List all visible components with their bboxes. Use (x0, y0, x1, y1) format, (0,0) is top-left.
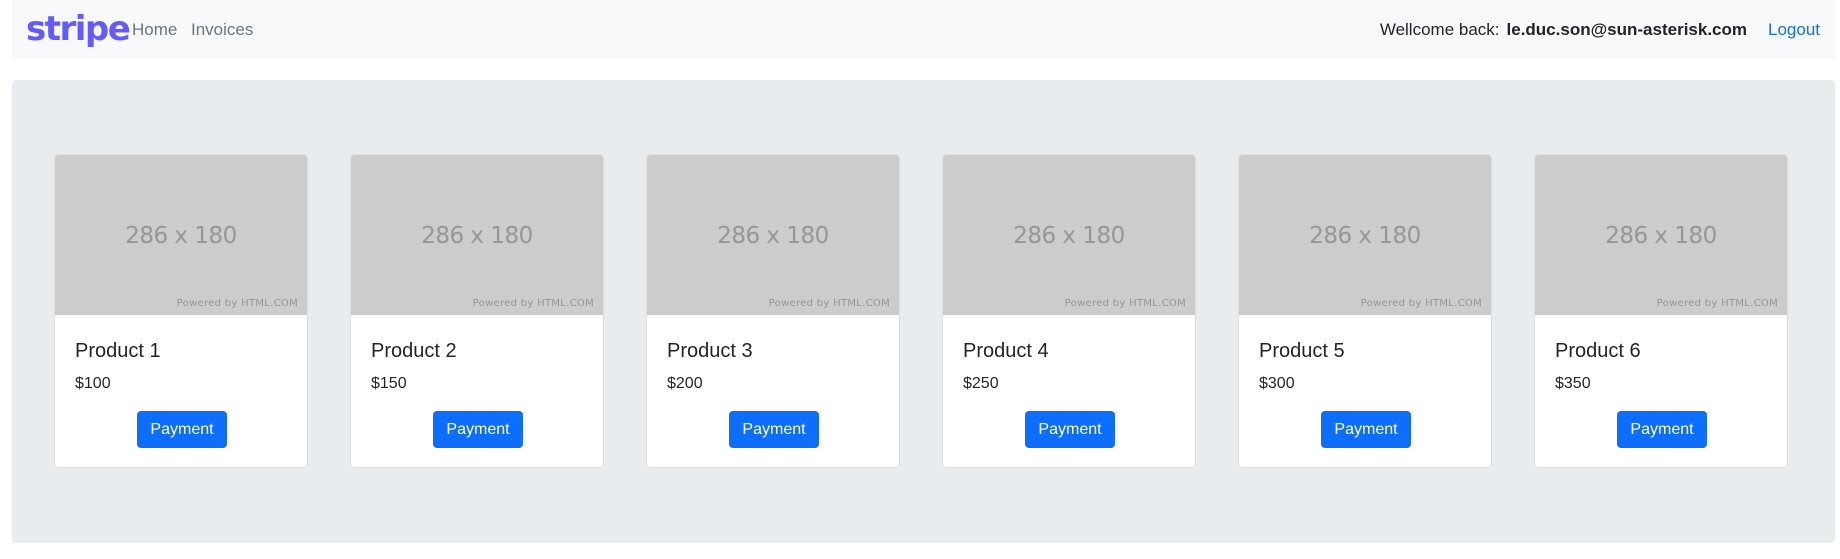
product-cards: 286 x 180 Powered by HTML.COM Product 1 … (54, 154, 1788, 468)
image-credit-text: Powered by HTML.COM (472, 298, 594, 309)
payment-button[interactable]: Payment (1025, 411, 1115, 448)
image-dimensions-text: 286 x 180 (421, 223, 533, 249)
product-list-container: 286 x 180 Powered by HTML.COM Product 1 … (12, 80, 1835, 543)
product-price: $350 (1555, 375, 1591, 392)
product-image-placeholder: 286 x 180 Powered by HTML.COM (647, 155, 899, 315)
payment-button[interactable]: Payment (433, 411, 523, 448)
image-dimensions-text: 286 x 180 (1605, 223, 1717, 249)
image-credit-text: Powered by HTML.COM (1656, 298, 1778, 309)
user-email: le.duc.son@sun-asterisk.com (1506, 20, 1747, 39)
product-name: Product 6 (1555, 340, 1641, 362)
welcome-message: Wellcome back: le.duc.son@sun-asterisk.co… (1380, 20, 1747, 40)
product-card: 286 x 180 Powered by HTML.COM Product 1 … (54, 154, 308, 468)
image-credit-text: Powered by HTML.COM (176, 298, 298, 309)
product-name: Product 5 (1259, 340, 1345, 362)
product-image-placeholder: 286 x 180 Powered by HTML.COM (1239, 155, 1491, 315)
payment-button[interactable]: Payment (1321, 411, 1411, 448)
product-name: Product 2 (371, 340, 457, 362)
product-card: 286 x 180 Powered by HTML.COM Product 3 … (646, 154, 900, 468)
product-card: 286 x 180 Powered by HTML.COM Product 6 … (1534, 154, 1788, 468)
welcome-label: Wellcome back: (1379, 20, 1500, 39)
stripe-logo[interactable]: stripe (26, 9, 131, 49)
product-image-placeholder: 286 x 180 Powered by HTML.COM (351, 155, 603, 315)
product-card: 286 x 180 Powered by HTML.COM Product 2 … (350, 154, 604, 468)
top-navbar: stripe Home Invoices Wellcome back: le.du… (12, 0, 1835, 59)
image-credit-text: Powered by HTML.COM (768, 298, 890, 309)
product-price: $150 (371, 375, 407, 392)
product-name: Product 3 (667, 340, 753, 362)
image-dimensions-text: 286 x 180 (125, 223, 237, 249)
product-image-placeholder: 286 x 180 Powered by HTML.COM (943, 155, 1195, 315)
payment-button[interactable]: Payment (137, 411, 227, 448)
product-price: $250 (963, 375, 999, 392)
payment-button[interactable]: Payment (729, 411, 819, 448)
nav-link-invoices[interactable]: Invoices (191, 20, 253, 40)
product-image-placeholder: 286 x 180 Powered by HTML.COM (55, 155, 307, 315)
logout-link[interactable]: Logout (1768, 20, 1820, 40)
product-price: $100 (75, 375, 111, 392)
image-credit-text: Powered by HTML.COM (1360, 298, 1482, 309)
nav-link-home[interactable]: Home (132, 20, 177, 40)
product-card: 286 x 180 Powered by HTML.COM Product 4 … (942, 154, 1196, 468)
image-dimensions-text: 286 x 180 (1013, 223, 1125, 249)
image-dimensions-text: 286 x 180 (1309, 223, 1421, 249)
product-price: $200 (667, 375, 703, 392)
image-dimensions-text: 286 x 180 (717, 223, 829, 249)
product-name: Product 1 (75, 340, 161, 362)
image-credit-text: Powered by HTML.COM (1064, 298, 1186, 309)
payment-button[interactable]: Payment (1617, 411, 1707, 448)
product-card: 286 x 180 Powered by HTML.COM Product 5 … (1238, 154, 1492, 468)
product-image-placeholder: 286 x 180 Powered by HTML.COM (1535, 155, 1787, 315)
product-price: $300 (1259, 375, 1295, 392)
product-name: Product 4 (963, 340, 1049, 362)
